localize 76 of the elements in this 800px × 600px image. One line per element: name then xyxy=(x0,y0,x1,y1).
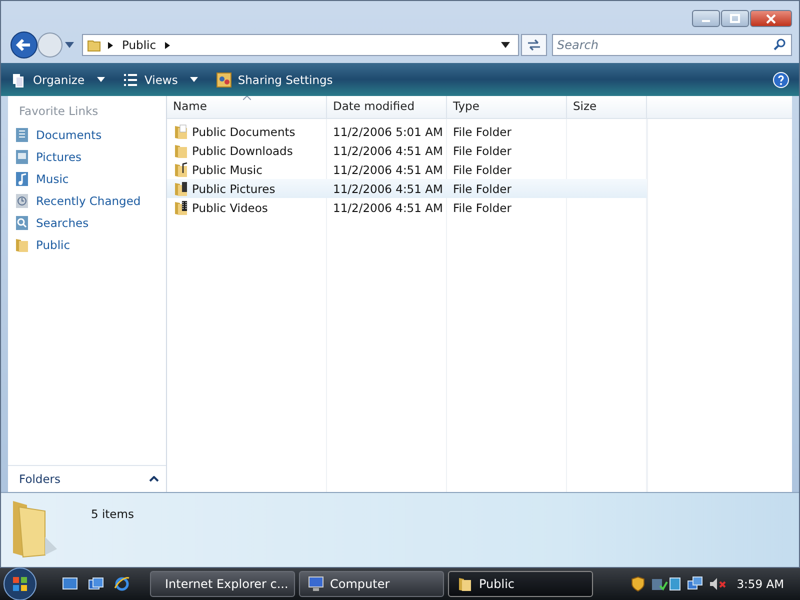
section-heading: Favorite Links xyxy=(19,104,98,118)
folder-icon xyxy=(174,162,188,178)
sidebar-link[interactable]: Searches xyxy=(36,216,89,230)
document-icon xyxy=(14,127,30,143)
date-cell-text: 11/2/2006 4:51 AM xyxy=(332,144,444,158)
network-status-icon[interactable] xyxy=(650,576,681,592)
dropdown-icon xyxy=(190,77,198,82)
menu-button[interactable]: Views xyxy=(120,70,200,90)
type-cell-text: File Folder xyxy=(452,200,512,214)
music-icon xyxy=(14,171,30,187)
date-cell-text: 11/2/2006 4:51 AM xyxy=(332,182,444,196)
network-icon[interactable] xyxy=(686,576,703,592)
folder-icon xyxy=(457,576,473,592)
column-header[interactable]: Name xyxy=(167,96,327,118)
file-name[interactable]: Public Pictures xyxy=(192,182,276,196)
type-cell-text: File Folder xyxy=(452,182,512,196)
sidebar-link[interactable]: Recently Changed xyxy=(36,194,141,208)
type-cell-text: File Folder xyxy=(452,162,512,176)
date-cell-text: 11/2/2006 4:51 AM xyxy=(332,162,444,176)
search-icon xyxy=(14,215,30,231)
taskbar-button[interactable]: Internet Explorer c... xyxy=(150,571,295,597)
taskbar-button[interactable]: Public xyxy=(448,571,593,597)
folder-icon xyxy=(14,237,30,253)
type-cell-text: File Folder xyxy=(452,124,512,138)
sidebar-link[interactable]: Pictures xyxy=(36,150,82,164)
back-button[interactable] xyxy=(10,31,38,59)
column-header[interactable]: Size xyxy=(567,96,647,118)
close-icon xyxy=(765,14,777,24)
file-name[interactable]: Public Documents xyxy=(192,124,296,138)
search-field[interactable]: Search xyxy=(552,34,792,56)
folder-icon xyxy=(174,142,188,158)
breadcrumb[interactable]: Public xyxy=(122,38,156,52)
refresh-icon xyxy=(526,38,542,52)
column-header[interactable]: Date modified xyxy=(327,96,447,118)
refresh-button[interactable] xyxy=(521,34,547,56)
file-name[interactable]: Public Videos xyxy=(192,200,268,214)
folder-icon xyxy=(174,200,188,216)
shield-icon[interactable] xyxy=(630,576,645,592)
date-cell-text: 11/2/2006 5:01 AM xyxy=(332,124,444,138)
browser-icon[interactable] xyxy=(114,576,130,592)
muted-speaker-icon[interactable] xyxy=(708,576,727,592)
desktop-icon[interactable] xyxy=(62,577,78,591)
item-count: 5 items xyxy=(91,507,134,521)
taskbar-button[interactable]: Computer xyxy=(299,571,444,597)
file-name[interactable]: Public Downloads xyxy=(192,144,293,158)
dropdown-icon[interactable] xyxy=(501,42,510,48)
folder-icon xyxy=(87,38,101,52)
computer-icon xyxy=(308,576,324,592)
clock-icon xyxy=(14,193,30,209)
breadcrumb-arrow-icon[interactable] xyxy=(164,42,172,48)
search-icon[interactable] xyxy=(773,38,786,51)
list-view-icon xyxy=(122,72,139,88)
clock[interactable]: 3:59 AM xyxy=(736,577,784,591)
help-icon[interactable] xyxy=(773,72,789,88)
sidebar-link[interactable]: Music xyxy=(36,172,69,186)
breadcrumb-arrow-icon[interactable] xyxy=(107,42,114,48)
column-header[interactable]: Type xyxy=(447,96,567,118)
sidebar-link[interactable]: Documents xyxy=(36,128,102,142)
folder-icon xyxy=(174,124,188,140)
window-switch-icon[interactable] xyxy=(88,577,104,591)
dropdown-icon xyxy=(96,77,105,82)
highlighted-row[interactable]: Public Pictures 11/2/2006 4:51 AM File Folder xyxy=(167,179,647,198)
close-button[interactable] xyxy=(750,10,792,27)
folder-icon xyxy=(174,180,188,196)
minimize-button[interactable] xyxy=(692,10,720,27)
menu-button[interactable]: Organize xyxy=(9,70,107,90)
type-cell-text: File Folder xyxy=(452,144,512,158)
date-cell-text: 11/2/2006 4:51 AM xyxy=(332,200,444,214)
address-bar[interactable]: Public xyxy=(82,34,519,56)
maximize-icon xyxy=(729,14,741,24)
toolbar-button[interactable]: Sharing Settings xyxy=(214,70,335,90)
picture-icon xyxy=(14,149,30,165)
file-name[interactable]: Public Music xyxy=(192,162,262,176)
maximize-button[interactable] xyxy=(721,10,749,27)
sharing-icon xyxy=(216,72,232,88)
sidebar-link[interactable]: Public xyxy=(36,238,70,252)
